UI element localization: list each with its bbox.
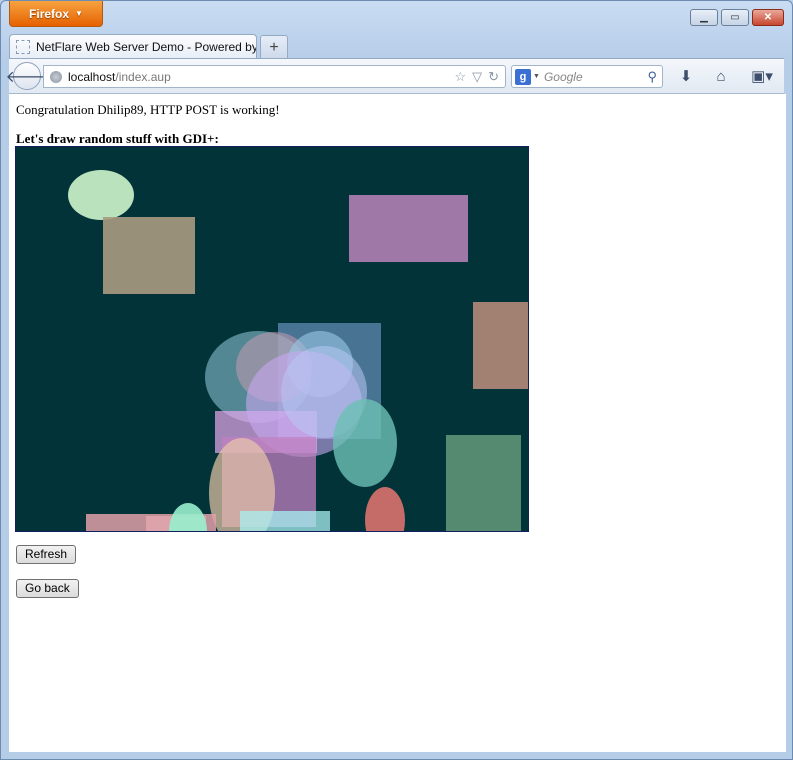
tab-title: NetFlare Web Server Demo - Powered by... xyxy=(36,40,257,54)
search-magnifier-icon[interactable]: ⚲ xyxy=(647,69,657,85)
refresh-button[interactable]: Refresh xyxy=(16,545,77,564)
go-back-button[interactable]: Go back xyxy=(16,579,79,598)
random-shapes-drawing xyxy=(68,170,528,531)
url-bar[interactable]: localhost/index.aup ☆ ▽ ↻ xyxy=(43,65,506,88)
shape-ellipse xyxy=(169,503,207,531)
shape-ellipse xyxy=(365,487,405,531)
reload-icon[interactable]: ↻ xyxy=(488,69,499,85)
plus-icon: + xyxy=(269,38,279,56)
close-icon: ✕ xyxy=(763,12,773,23)
url-path: /index.aup xyxy=(115,69,171,84)
home-icon[interactable]: ⌂ xyxy=(711,67,731,85)
search-placeholder: Google xyxy=(543,69,583,84)
page-content: Congratulation Dhilip89, HTTP POST is wo… xyxy=(9,94,786,752)
url-bar-icons: ☆ ▽ ↻ xyxy=(454,69,505,85)
browser-window: Firefox ▼ ▁ ▭ ✕ NetFlare Web Server Demo… xyxy=(0,0,793,760)
minimize-icon: ▁ xyxy=(700,12,708,23)
page-favicon-icon xyxy=(16,40,30,54)
maximize-icon: ▭ xyxy=(730,12,740,23)
firefox-menu-button[interactable]: Firefox ▼ xyxy=(9,1,103,27)
firefox-menu-label: Firefox xyxy=(29,6,70,21)
window-controls: ▁ ▭ ✕ xyxy=(690,9,784,26)
navigation-toolbar: 🡐 localhost/index.aup ☆ ▽ ↻ g ▼ Google ⚲… xyxy=(6,58,784,94)
chevron-down-icon: ▼ xyxy=(75,9,83,18)
globe-icon xyxy=(50,70,62,83)
shape-rectangle xyxy=(240,511,330,531)
engine-dropdown-icon[interactable]: ▼ xyxy=(533,73,540,80)
minimize-button[interactable]: ▁ xyxy=(690,9,718,26)
history-dropdown-icon[interactable]: ▽ xyxy=(472,69,482,85)
gdi-drawing-canvas xyxy=(15,146,529,532)
bookmarks-menu-icon[interactable]: ▣▾ xyxy=(747,67,777,85)
draw-heading: Let's draw random stuff with GDI+: xyxy=(16,131,219,146)
greeting-text: Congratulation Dhilip89, HTTP POST is wo… xyxy=(16,102,280,117)
shape-rectangle xyxy=(473,302,528,389)
shape-ellipse xyxy=(68,170,134,220)
url-host: localhost xyxy=(68,69,116,84)
new-tab-button[interactable]: + xyxy=(260,35,288,59)
back-button[interactable]: 🡐 xyxy=(6,62,48,90)
search-bar[interactable]: g ▼ Google ⚲ xyxy=(511,65,663,88)
tab-netflare[interactable]: NetFlare Web Server Demo - Powered by... xyxy=(9,34,257,59)
close-button[interactable]: ✕ xyxy=(752,9,784,26)
shape-rectangle xyxy=(349,195,468,262)
download-icon[interactable]: ⬇ xyxy=(676,67,696,85)
shape-rectangle xyxy=(446,435,521,531)
tab-bar: NetFlare Web Server Demo - Powered by...… xyxy=(9,33,288,59)
maximize-button[interactable]: ▭ xyxy=(721,9,749,26)
google-engine-icon[interactable]: g xyxy=(515,68,531,85)
bookmark-star-icon[interactable]: ☆ xyxy=(454,69,466,85)
shape-ellipse xyxy=(333,399,397,487)
shape-rectangle xyxy=(103,217,195,294)
